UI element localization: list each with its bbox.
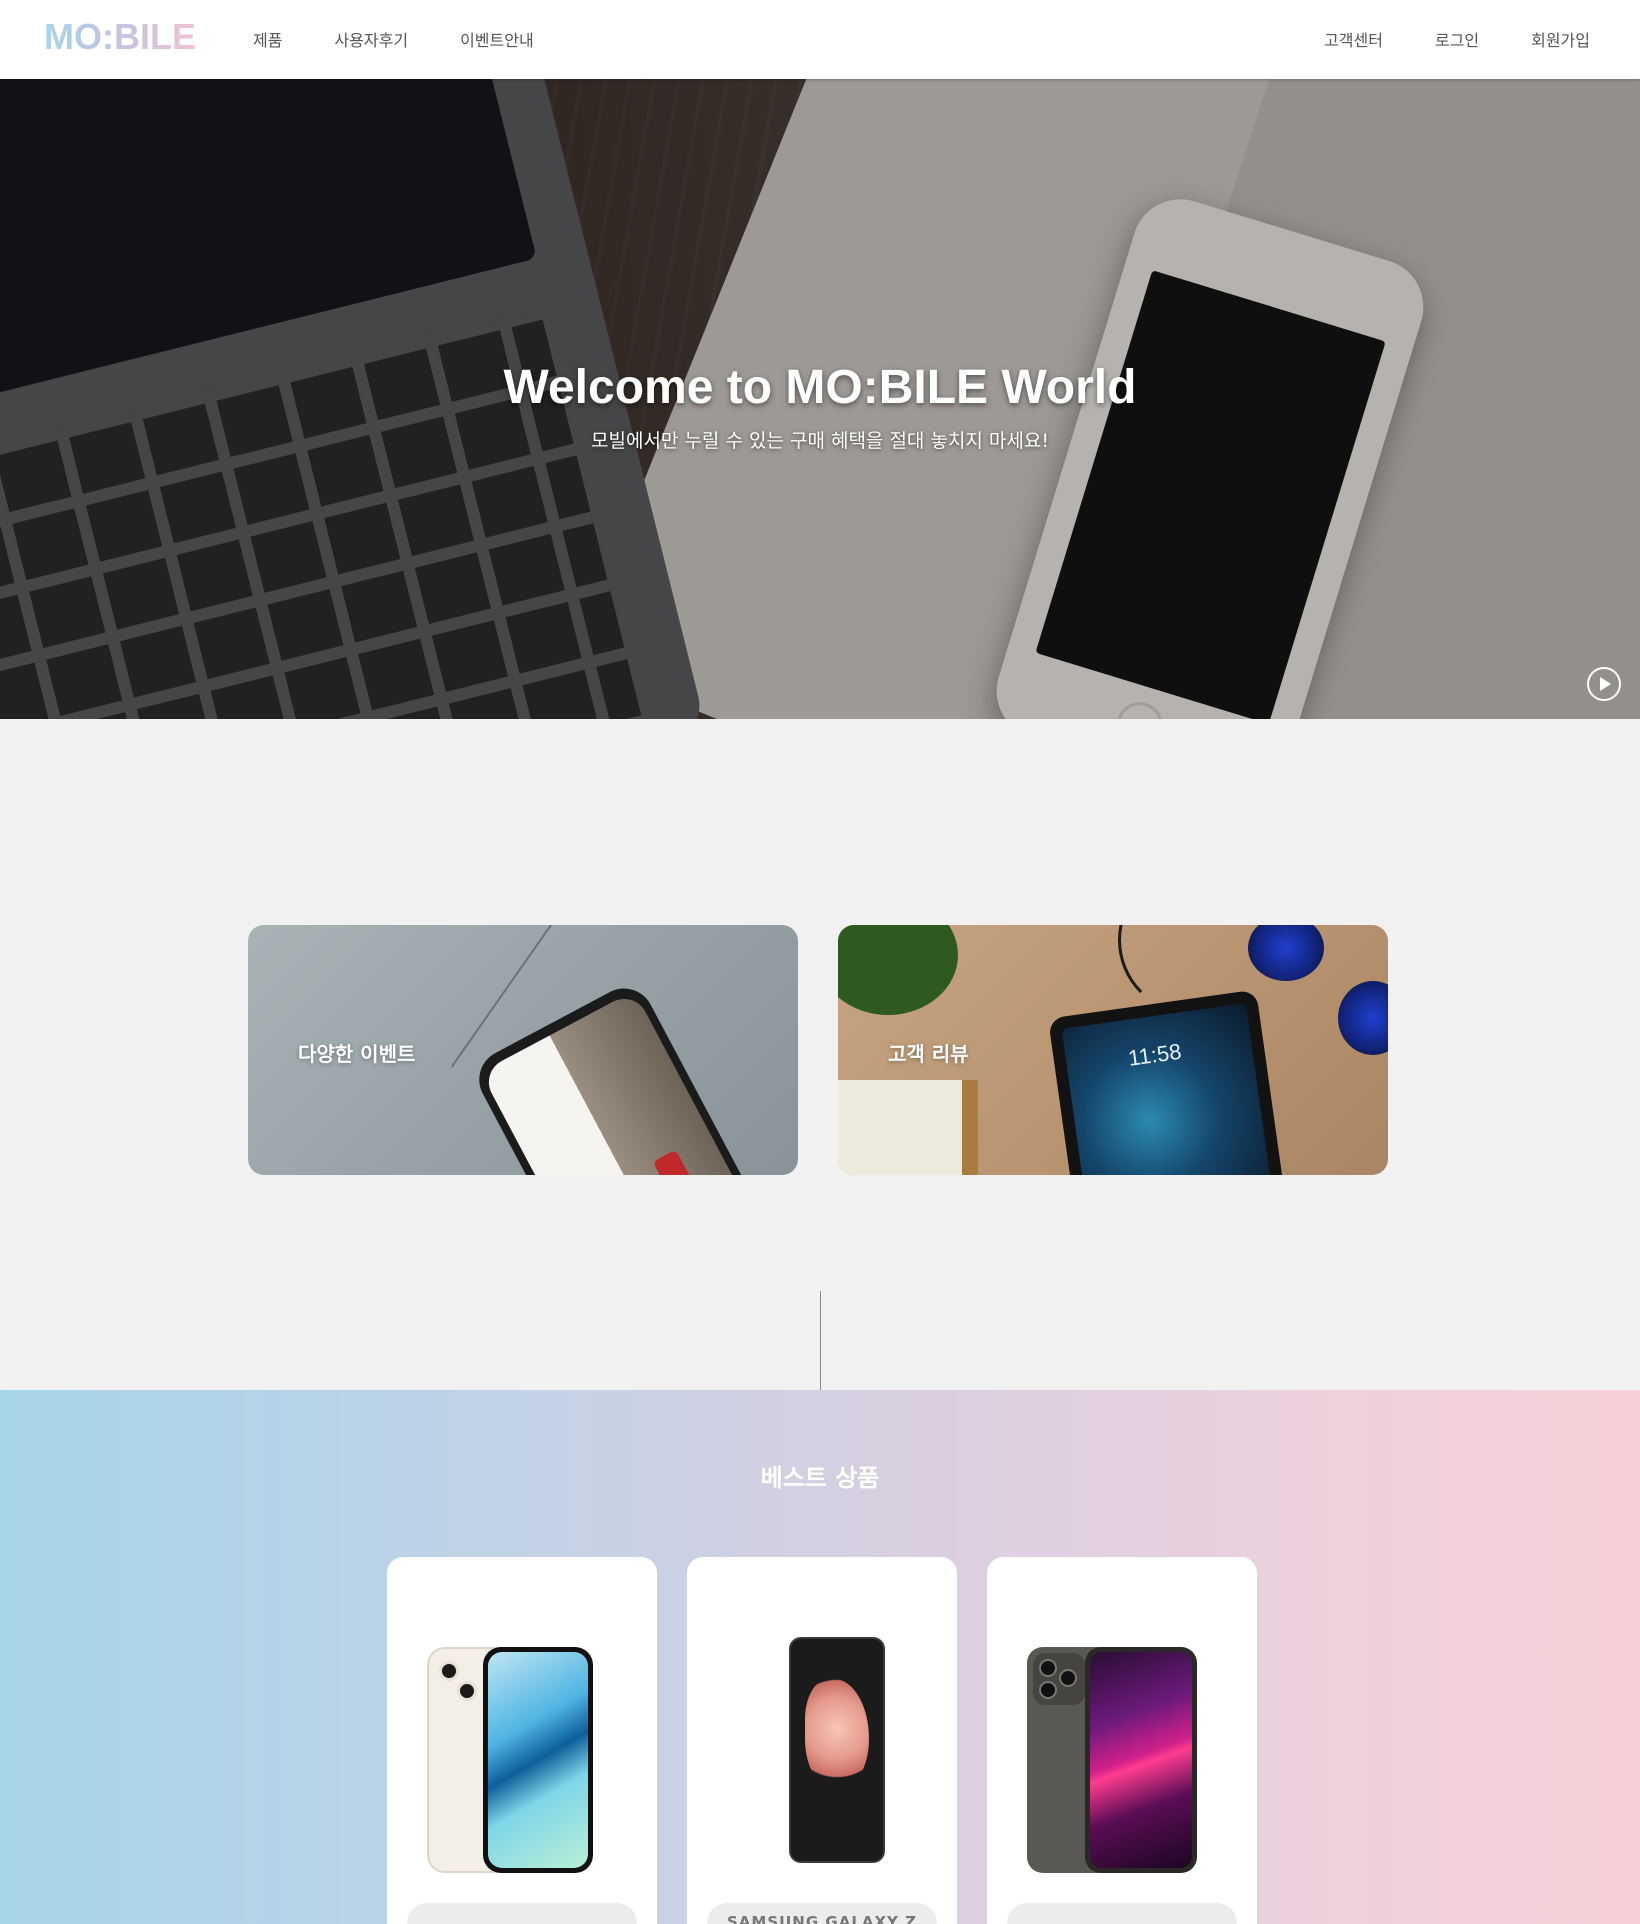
section-divider xyxy=(820,1291,821,1390)
events-phone-image xyxy=(468,977,778,1175)
reviews-notebook-image xyxy=(838,1080,978,1175)
camera-lens xyxy=(439,1661,459,1681)
site-header: MO:BILE 제품 사용자후기 이벤트안내 고객센터 로그인 회원가입 xyxy=(0,0,1640,79)
reviews-tablet-time: 11:58 xyxy=(1126,1038,1183,1071)
nav-item-support[interactable]: 고객센터 xyxy=(1324,27,1383,51)
events-card-label: 다양한 이벤트 xyxy=(298,1042,416,1066)
reviews-card-label: 고객 리뷰 xyxy=(888,1042,969,1066)
product-name-button[interactable] xyxy=(407,1903,637,1924)
phone-front xyxy=(1085,1647,1197,1873)
product-card[interactable] xyxy=(987,1557,1257,1924)
product-name-button[interactable]: SAMSUNG GALAXY Z xyxy=(707,1903,937,1924)
camera-lens xyxy=(1059,1669,1077,1687)
galaxy-z-flip3-image xyxy=(727,1637,917,1867)
hero-banner: Welcome to MO:BILE World 모빌에서만 누릴 수 있는 구… xyxy=(0,79,1640,719)
best-products-title: 베스트 상품 xyxy=(760,1464,880,1492)
hero-title: Welcome to MO:BILE World xyxy=(503,361,1137,414)
camera-lens xyxy=(1039,1681,1057,1699)
nav-item-reviews[interactable]: 사용자후기 xyxy=(334,27,408,51)
events-card[interactable]: 다양한 이벤트 xyxy=(248,925,798,1175)
iphone-13-image xyxy=(427,1637,617,1873)
product-name-button[interactable] xyxy=(1007,1903,1237,1924)
nav-item-login[interactable]: 로그인 xyxy=(1435,27,1479,51)
phone-screen xyxy=(1090,1652,1192,1868)
camera-module xyxy=(1033,1653,1085,1705)
nav-item-signup[interactable]: 회원가입 xyxy=(1531,27,1590,51)
play-circle-icon[interactable] xyxy=(1587,667,1621,701)
phone-front xyxy=(789,1637,885,1863)
phone-front xyxy=(483,1647,593,1873)
reviews-tablet-screen: 11:58 xyxy=(1061,1003,1275,1175)
reviews-tablet-image: 11:58 xyxy=(1048,989,1288,1175)
main-nav: 제품 사용자후기 이벤트안내 xyxy=(253,27,586,51)
reviews-card[interactable]: 11:58 고객 리뷰 xyxy=(838,925,1388,1175)
events-phone-screen xyxy=(480,990,766,1175)
play-triangle-icon xyxy=(1600,677,1611,691)
camera-lens xyxy=(457,1681,477,1701)
iphone-13-pro-image xyxy=(1027,1637,1217,1873)
product-card[interactable] xyxy=(387,1557,657,1924)
user-nav: 고객센터 로그인 회원가입 xyxy=(1272,27,1590,51)
hero-subtitle: 모빌에서만 누릴 수 있는 구매 혜택을 절대 놓치지 마세요! xyxy=(591,430,1049,452)
site-logo[interactable]: MO:BILE xyxy=(44,16,196,58)
nav-item-events[interactable]: 이벤트안내 xyxy=(460,27,534,51)
reviews-plant-image xyxy=(838,925,958,1015)
best-products-section: 베스트 상품 SAMSUNG GALAXY Z xyxy=(0,1390,1640,1924)
nav-item-products[interactable]: 제품 xyxy=(253,27,282,51)
product-card[interactable]: SAMSUNG GALAXY Z xyxy=(687,1557,957,1924)
camera-lens xyxy=(1039,1659,1057,1677)
reviews-headphone-image xyxy=(1338,981,1388,1055)
wallpaper-flower xyxy=(805,1679,869,1789)
phone-screen xyxy=(488,1652,588,1868)
